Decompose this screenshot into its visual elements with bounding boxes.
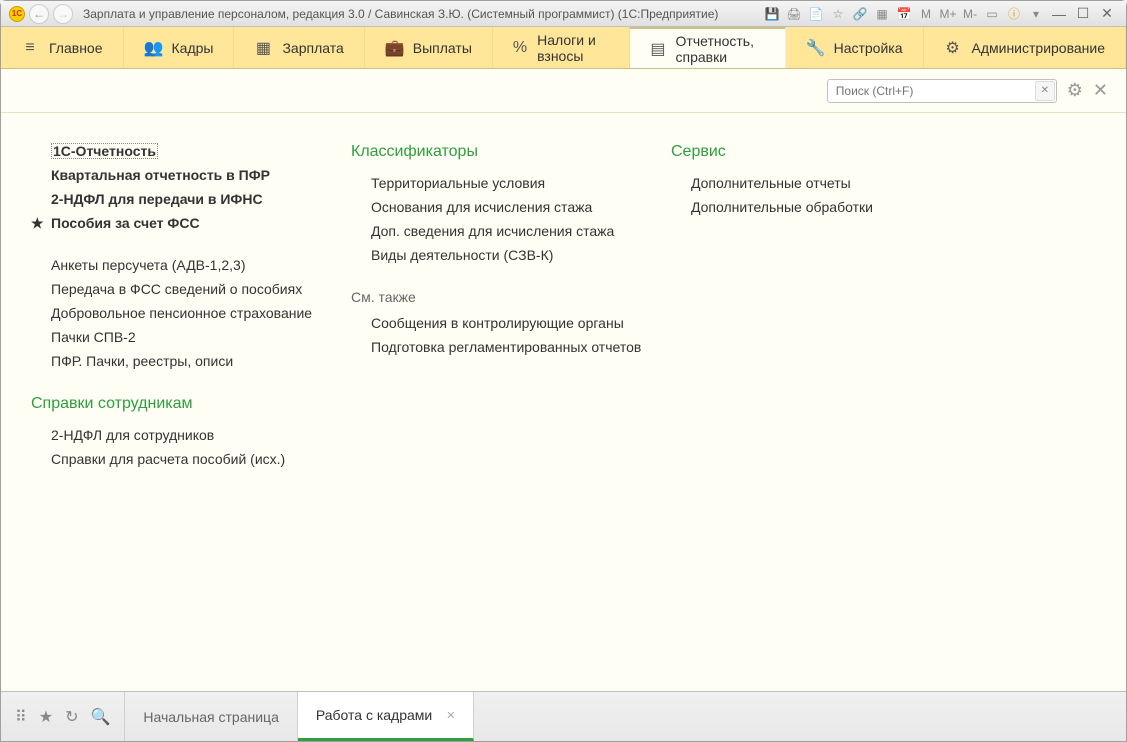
calc-icon[interactable]: ▦ [872,5,892,23]
titlebar-right-icons: 💾 🖨 📄 ☆ 🔗 ▦ 📅 M M+ M- ▭ ⓘ ▾ — ☐ ✕ [762,5,1118,23]
report-icon: ▤ [650,39,665,59]
hamburger-icon: ≡ [21,39,39,57]
link-group-employee-refs: 2-НДФЛ для сотрудников Справки для расче… [31,427,331,467]
doc-icon[interactable]: 📄 [806,5,826,23]
link-adv-forms[interactable]: Анкеты персучета (АДВ-1,2,3) [51,257,331,273]
link-quarterly-pfr[interactable]: Квартальная отчетность в ПФР [51,167,331,183]
link-group-service: Дополнительные отчеты Дополнительные обр… [671,175,971,215]
menu-label: Зарплата [282,40,343,56]
search-input[interactable] [827,79,1057,103]
link-fss-benefits[interactable]: Пособия за счет ФСС [51,215,331,231]
menu-settings[interactable]: 🔧 Настройка [786,27,924,68]
m-icon[interactable]: M [916,5,936,23]
link-benefit-calc-refs[interactable]: Справки для расчета пособий (исх.) [51,451,331,467]
minimize-button[interactable]: — [1048,5,1070,23]
panels-icon[interactable]: ▭ [982,5,1002,23]
maximize-button[interactable]: ☐ [1072,5,1094,23]
wallet-icon: 💼 [385,38,403,58]
mplus-icon[interactable]: M+ [938,5,958,23]
section-classifiers: Классификаторы [351,143,651,161]
link-group-see-also: Сообщения в контролирующие органы Подгот… [351,315,651,355]
menu-label: Отчетность, справки [676,33,765,65]
menu-salary[interactable]: ▦ Зарплата [234,27,364,68]
link-szv-k[interactable]: Виды деятельности (СЗВ-К) [371,247,651,263]
link-1c-reporting[interactable]: 1С-Отчетность [51,143,158,159]
favorites-icon[interactable]: ★ [39,707,53,727]
menu-reports[interactable]: ▤ Отчетность, справки [630,27,785,68]
app-logo: 1C [9,6,25,22]
section-service: Сервис [671,143,971,161]
link-pfr-registers[interactable]: ПФР. Пачки, реестры, описи [51,353,331,369]
nav-back-button[interactable]: ← [29,4,49,24]
link-spv2[interactable]: Пачки СПВ-2 [51,329,331,345]
link-stage-basis[interactable]: Основания для исчисления стажа [371,199,651,215]
info-icon[interactable]: ⓘ [1004,5,1024,23]
dropdown-icon[interactable]: ▾ [1026,5,1046,23]
menu-label: Выплаты [413,40,472,56]
settings-gear-icon[interactable]: ⚙ [1067,80,1083,101]
print-icon[interactable]: 🖨 [784,5,804,23]
link-stage-additional[interactable]: Доп. сведения для исчисления стажа [371,223,651,239]
wrench-icon: 🔧 [806,38,824,58]
link-territorial[interactable]: Территориальные условия [371,175,651,191]
app-window: 1C ← → Зарплата и управление персоналом,… [0,0,1127,742]
percent-icon: % [513,39,527,57]
history-icon[interactable]: ↻ [65,707,78,727]
star-icon[interactable]: ☆ [828,5,848,23]
menu-main[interactable]: ≡ Главное [1,27,124,68]
link-messages-authorities[interactable]: Сообщения в контролирующие органы [371,315,651,331]
menu-payments[interactable]: 💼 Выплаты [365,27,493,68]
tab-home[interactable]: Начальная страница [125,692,297,741]
close-button[interactable]: ✕ [1096,5,1118,23]
section-employee-refs: Справки сотрудникам [31,395,331,413]
mminus-icon[interactable]: M- [960,5,980,23]
link-2ndfl-employees[interactable]: 2-НДФЛ для сотрудников [51,427,331,443]
main-menu: ≡ Главное 👥 Кадры ▦ Зарплата 💼 Выплаты %… [1,27,1126,69]
menu-label: Главное [49,40,103,56]
link-additional-reports[interactable]: Дополнительные отчеты [691,175,971,191]
close-panel-button[interactable]: ✕ [1093,80,1108,101]
search-clear-button[interactable]: ✕ [1035,81,1055,101]
apps-icon[interactable]: ⠿ [15,707,27,727]
menu-label: Налоги и взносы [537,32,609,64]
calculator-icon: ▦ [254,38,272,58]
menu-label: Администрирование [972,40,1106,56]
link-group-classifiers: Территориальные условия Основания для ис… [351,175,651,263]
tab-label: Работа с кадрами [316,707,432,723]
people-icon: 👥 [144,38,162,58]
link-group-main-reports: 1С-Отчетность Квартальная отчетность в П… [31,143,331,231]
link-icon[interactable]: 🔗 [850,5,870,23]
link-2ndfl-ifns[interactable]: 2-НДФЛ для передачи в ИФНС [51,191,331,207]
menu-taxes[interactable]: % Налоги и взносы [493,27,631,68]
nav-forward-button[interactable]: → [53,4,73,24]
column-reports: 1С-Отчетность Квартальная отчетность в П… [31,143,351,691]
link-group-secondary-reports: Анкеты персучета (АДВ-1,2,3) Передача в … [31,257,331,369]
menu-personnel[interactable]: 👥 Кадры [124,27,235,68]
link-additional-processing[interactable]: Дополнительные обработки [691,199,971,215]
subheader-see-also: См. также [351,289,651,305]
link-fss-transfer[interactable]: Передача в ФСС сведений о пособиях [51,281,331,297]
save-icon[interactable]: 💾 [762,5,782,23]
tab-work-personnel[interactable]: Работа с кадрами ✕ [298,692,475,741]
bottom-bar: ⠿ ★ ↻ 🔍 Начальная страница Работа с кадр… [1,691,1126,741]
column-classifiers: Классификаторы Территориальные условия О… [351,143,671,691]
search-icon[interactable]: 🔍 [90,707,110,727]
content-area: 1С-Отчетность Квартальная отчетность в П… [1,113,1126,691]
sub-toolbar: ✕ ⚙ ✕ [1,69,1126,113]
search-box: ✕ [827,79,1057,103]
column-service: Сервис Дополнительные отчеты Дополнитель… [671,143,991,691]
bottom-icons: ⠿ ★ ↻ 🔍 [1,692,125,741]
menu-label: Кадры [172,40,214,56]
window-title: Зарплата и управление персоналом, редакц… [77,7,758,21]
calendar-icon[interactable]: 📅 [894,5,914,23]
tab-label: Начальная страница [143,709,278,725]
tab-close-button[interactable]: ✕ [446,709,455,722]
titlebar: 1C ← → Зарплата и управление персоналом,… [1,1,1126,27]
link-reglament-reports[interactable]: Подготовка регламентированных отчетов [371,339,651,355]
link-voluntary-pension[interactable]: Добровольное пенсионное страхование [51,305,331,321]
menu-admin[interactable]: ⚙ Администрирование [924,27,1127,68]
menu-label: Настройка [834,40,903,56]
gear-icon: ⚙ [944,38,962,58]
